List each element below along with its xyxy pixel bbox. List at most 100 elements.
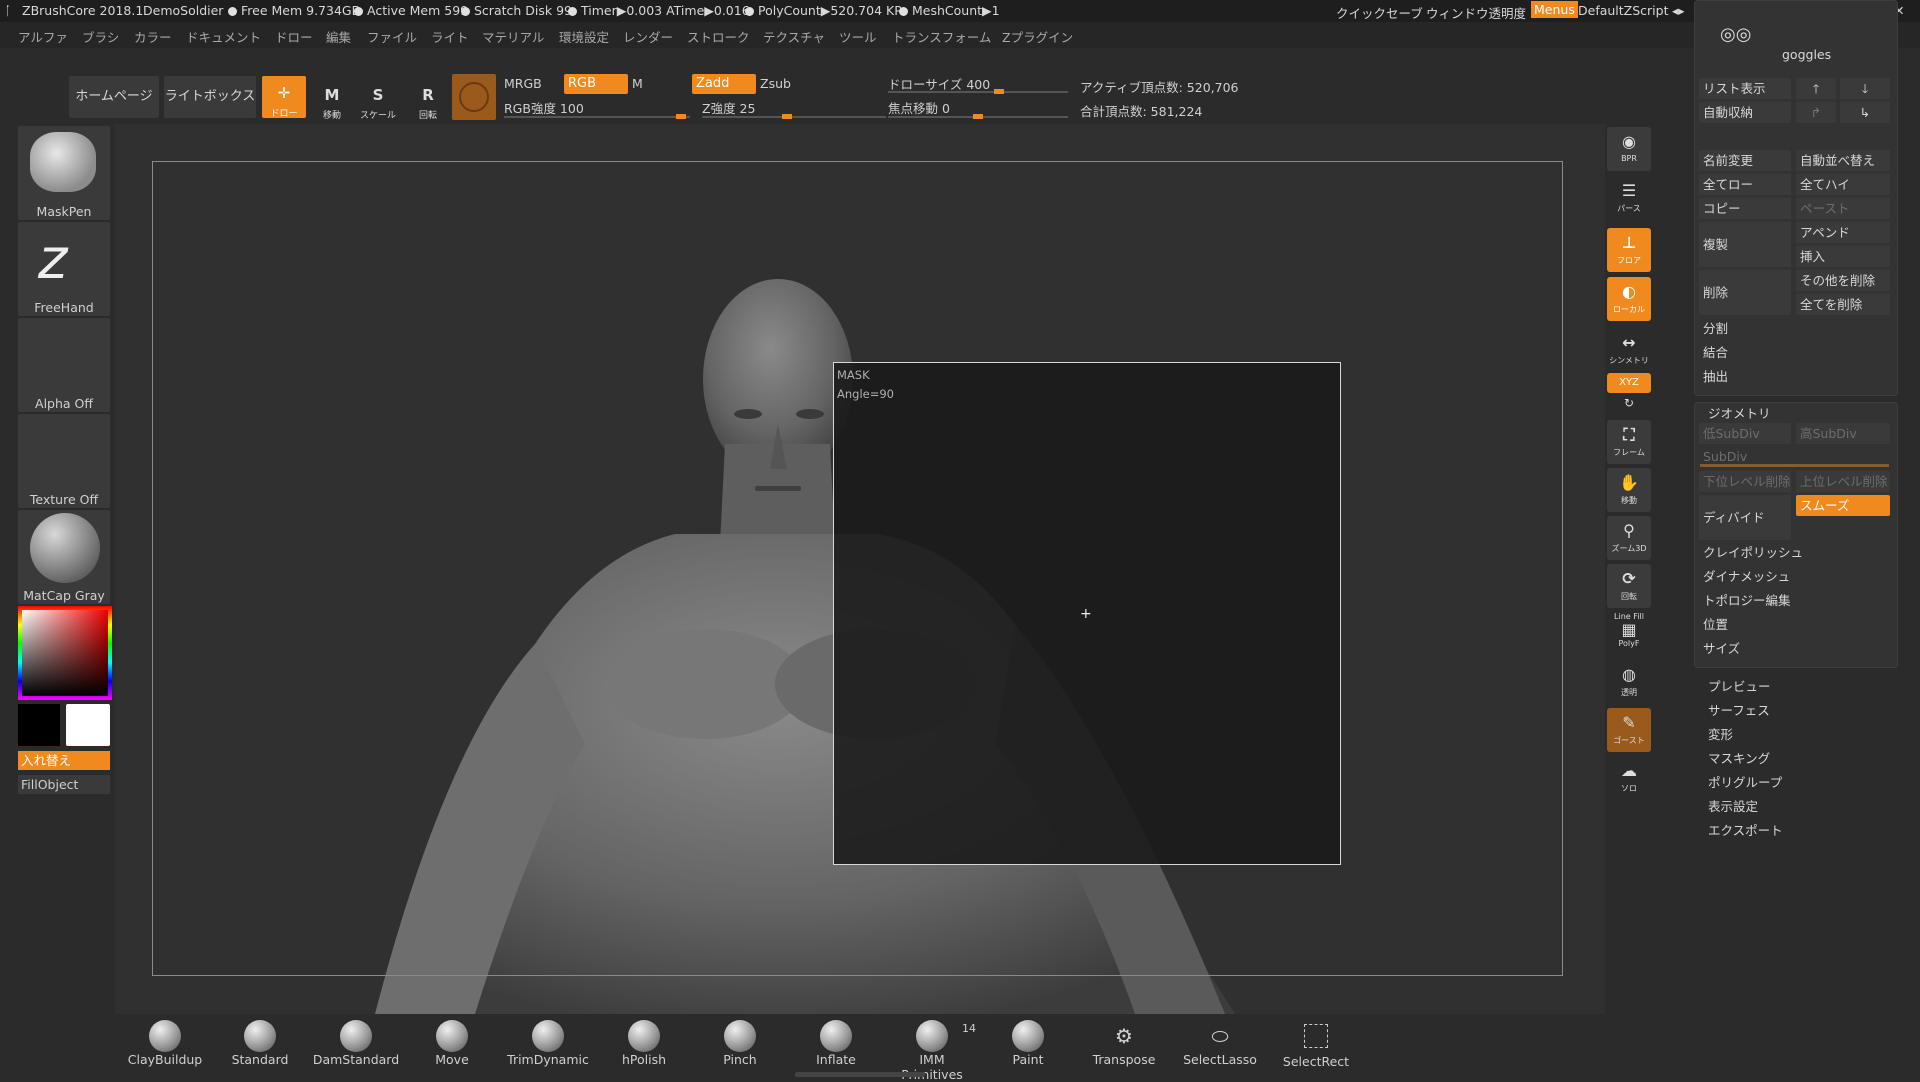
rename-button[interactable]: 名前変更: [1699, 150, 1791, 171]
window-transparency-toggle[interactable]: ウィンドウ透明度: [1426, 3, 1527, 24]
copy-button[interactable]: コピー: [1699, 198, 1791, 219]
all-high-button[interactable]: 全てハイ: [1796, 174, 1890, 195]
menu-tool[interactable]: ツール: [839, 27, 877, 46]
menu-document[interactable]: ドキュメント: [186, 27, 261, 46]
focal-shift-track[interactable]: [888, 114, 1068, 119]
z-intensity-slider[interactable]: Z強度 25: [702, 98, 755, 117]
geometry-item-size[interactable]: サイズ: [1699, 638, 1890, 659]
lower-subdiv-button[interactable]: 低SubDiv: [1699, 423, 1791, 444]
menu-texture[interactable]: テクスチャ: [763, 27, 825, 46]
frame-button[interactable]: ⛶ フレーム: [1607, 420, 1651, 464]
lightbox-button[interactable]: ライトボックス: [164, 76, 256, 118]
brush-claybuildup[interactable]: ClayBuildup: [120, 1020, 210, 1067]
divide-button[interactable]: ディバイド: [1699, 495, 1791, 540]
bpr-render-button[interactable]: ◉ BPR: [1607, 127, 1651, 171]
section-surface[interactable]: サーフェス: [1708, 700, 1770, 719]
geometry-item-dynamesh[interactable]: ダイナメッシュ: [1699, 566, 1890, 587]
rotate-mode-button[interactable]: R 回転: [408, 78, 448, 121]
solo-button[interactable]: ☁ ソロ: [1607, 756, 1651, 800]
geometry-item-position[interactable]: 位置: [1699, 614, 1890, 635]
swap-colors-button[interactable]: 入れ替え: [18, 751, 110, 770]
split-button[interactable]: 分割: [1699, 318, 1890, 339]
layout-icon[interactable]: ◂▸: [1672, 3, 1685, 18]
brush-move[interactable]: Move: [407, 1020, 497, 1067]
material-sphere-button[interactable]: [452, 74, 496, 120]
menu-color[interactable]: カラー: [134, 27, 172, 46]
fill-object-button[interactable]: FillObject: [18, 775, 110, 794]
rgb-intensity-track[interactable]: [504, 114, 690, 119]
section-export[interactable]: エクスポート: [1708, 820, 1783, 839]
insert-button[interactable]: 挿入: [1796, 246, 1890, 267]
draw-mode-button[interactable]: ✛ ドロー: [262, 76, 306, 119]
menu-transform[interactable]: トランスフォーム: [892, 27, 991, 46]
menu-brush[interactable]: ブラシ: [82, 27, 119, 46]
higher-subdiv-button[interactable]: 高SubDiv: [1796, 423, 1890, 444]
quicksave-button[interactable]: クイックセーブ: [1336, 3, 1423, 22]
brush-damstandard[interactable]: DamStandard: [311, 1020, 401, 1067]
menus-toggle[interactable]: Menus: [1531, 1, 1578, 18]
delete-button[interactable]: 削除: [1699, 270, 1791, 315]
menu-preferences[interactable]: 環境設定: [559, 27, 609, 46]
floor-button[interactable]: ⊥ フロア: [1607, 228, 1651, 272]
texture-slot[interactable]: Texture Off: [18, 414, 110, 508]
geometry-title[interactable]: ジオメトリ: [1708, 403, 1771, 422]
zoom3d-button[interactable]: ⚲ ズーム3D: [1607, 516, 1651, 560]
delete-lower-button[interactable]: 下位レベル削除: [1699, 471, 1791, 492]
auto-reorder-button[interactable]: 自動並べ替え: [1796, 150, 1890, 171]
brush-paint[interactable]: Paint: [983, 1020, 1073, 1067]
rotate-axis-icon[interactable]: ↻: [1607, 396, 1651, 412]
draw-size-track[interactable]: [888, 89, 1068, 94]
move-mode-button[interactable]: M 移動: [312, 78, 352, 121]
section-polygroups[interactable]: ポリグループ: [1708, 772, 1782, 791]
move-down-arrow-icon[interactable]: 🡓: [1840, 78, 1890, 99]
color-picker[interactable]: [18, 606, 112, 700]
menu-draw[interactable]: ドロー: [275, 27, 313, 46]
rgb-intensity-slider[interactable]: RGB強度 100: [504, 98, 584, 117]
homepage-button[interactable]: ホームページ: [69, 76, 159, 118]
move-view-button[interactable]: ✋ 移動: [1607, 468, 1651, 512]
rgb-toggle[interactable]: RGB: [564, 74, 628, 94]
geometry-item-topology[interactable]: トポロジー編集: [1699, 590, 1890, 611]
rotate-view-button[interactable]: ⟳ 回転: [1607, 564, 1651, 608]
hue-ring[interactable]: [18, 606, 112, 700]
primary-color-swatch[interactable]: [66, 704, 110, 746]
brush-transpose[interactable]: ⚙ Transpose: [1079, 1020, 1169, 1067]
menu-stroke[interactable]: ストローク: [687, 27, 750, 46]
brush-selectrect[interactable]: SelectRect: [1271, 1020, 1361, 1069]
ghost-button[interactable]: ✎ ゴースト: [1607, 708, 1651, 752]
brush-standard[interactable]: Standard: [215, 1020, 305, 1067]
brush-pinch[interactable]: Pinch: [695, 1020, 785, 1067]
local-button[interactable]: ◐ ローカル: [1607, 277, 1651, 321]
section-display[interactable]: 表示設定: [1708, 796, 1758, 815]
section-deformation[interactable]: 変形: [1708, 724, 1733, 743]
menu-zplugin[interactable]: Zプラグイン: [1002, 27, 1073, 46]
all-low-button[interactable]: 全てロー: [1699, 174, 1791, 195]
alpha-slot[interactable]: Alpha Off: [18, 318, 110, 412]
brush-slot[interactable]: MaskPen: [18, 126, 110, 220]
paste-button[interactable]: ペースト: [1796, 198, 1890, 219]
menu-file[interactable]: ファイル: [367, 27, 417, 46]
section-preview[interactable]: プレビュー: [1708, 676, 1771, 695]
subdiv-slider-track[interactable]: [1700, 464, 1889, 467]
perspective-button[interactable]: ☰ パース: [1607, 176, 1651, 220]
section-masking[interactable]: マスキング: [1708, 748, 1770, 767]
default-zscript-button[interactable]: DefaultZScript: [1578, 3, 1669, 18]
z-intensity-track[interactable]: [702, 114, 886, 119]
zadd-toggle[interactable]: Zadd: [692, 74, 756, 94]
brush-selectlasso[interactable]: ⬭ SelectLasso: [1175, 1020, 1265, 1067]
down-arrow-icon[interactable]: ↳: [1840, 102, 1890, 123]
scale-mode-button[interactable]: S スケール: [358, 78, 398, 121]
menu-material[interactable]: マテリアル: [482, 27, 544, 46]
delete-higher-button[interactable]: 上位レベル削除: [1796, 471, 1890, 492]
polyframe-button[interactable]: Line Fill ▦ PolyF: [1607, 612, 1651, 656]
delete-all-button[interactable]: 全てを削除: [1796, 294, 1890, 315]
list-all-button[interactable]: リスト表示: [1699, 78, 1791, 99]
xyz-toggle[interactable]: XYZ: [1607, 373, 1651, 393]
geometry-item-claypolish[interactable]: クレイポリッシュ: [1699, 542, 1890, 563]
material-slot[interactable]: MatCap Gray: [18, 510, 110, 604]
extract-button[interactable]: 抽出: [1699, 366, 1890, 387]
menu-edit[interactable]: 編集: [326, 27, 351, 46]
auto-collapse-button[interactable]: 自動収納: [1699, 102, 1791, 123]
menu-light[interactable]: ライト: [431, 27, 469, 46]
menu-render[interactable]: レンダー: [623, 27, 673, 46]
